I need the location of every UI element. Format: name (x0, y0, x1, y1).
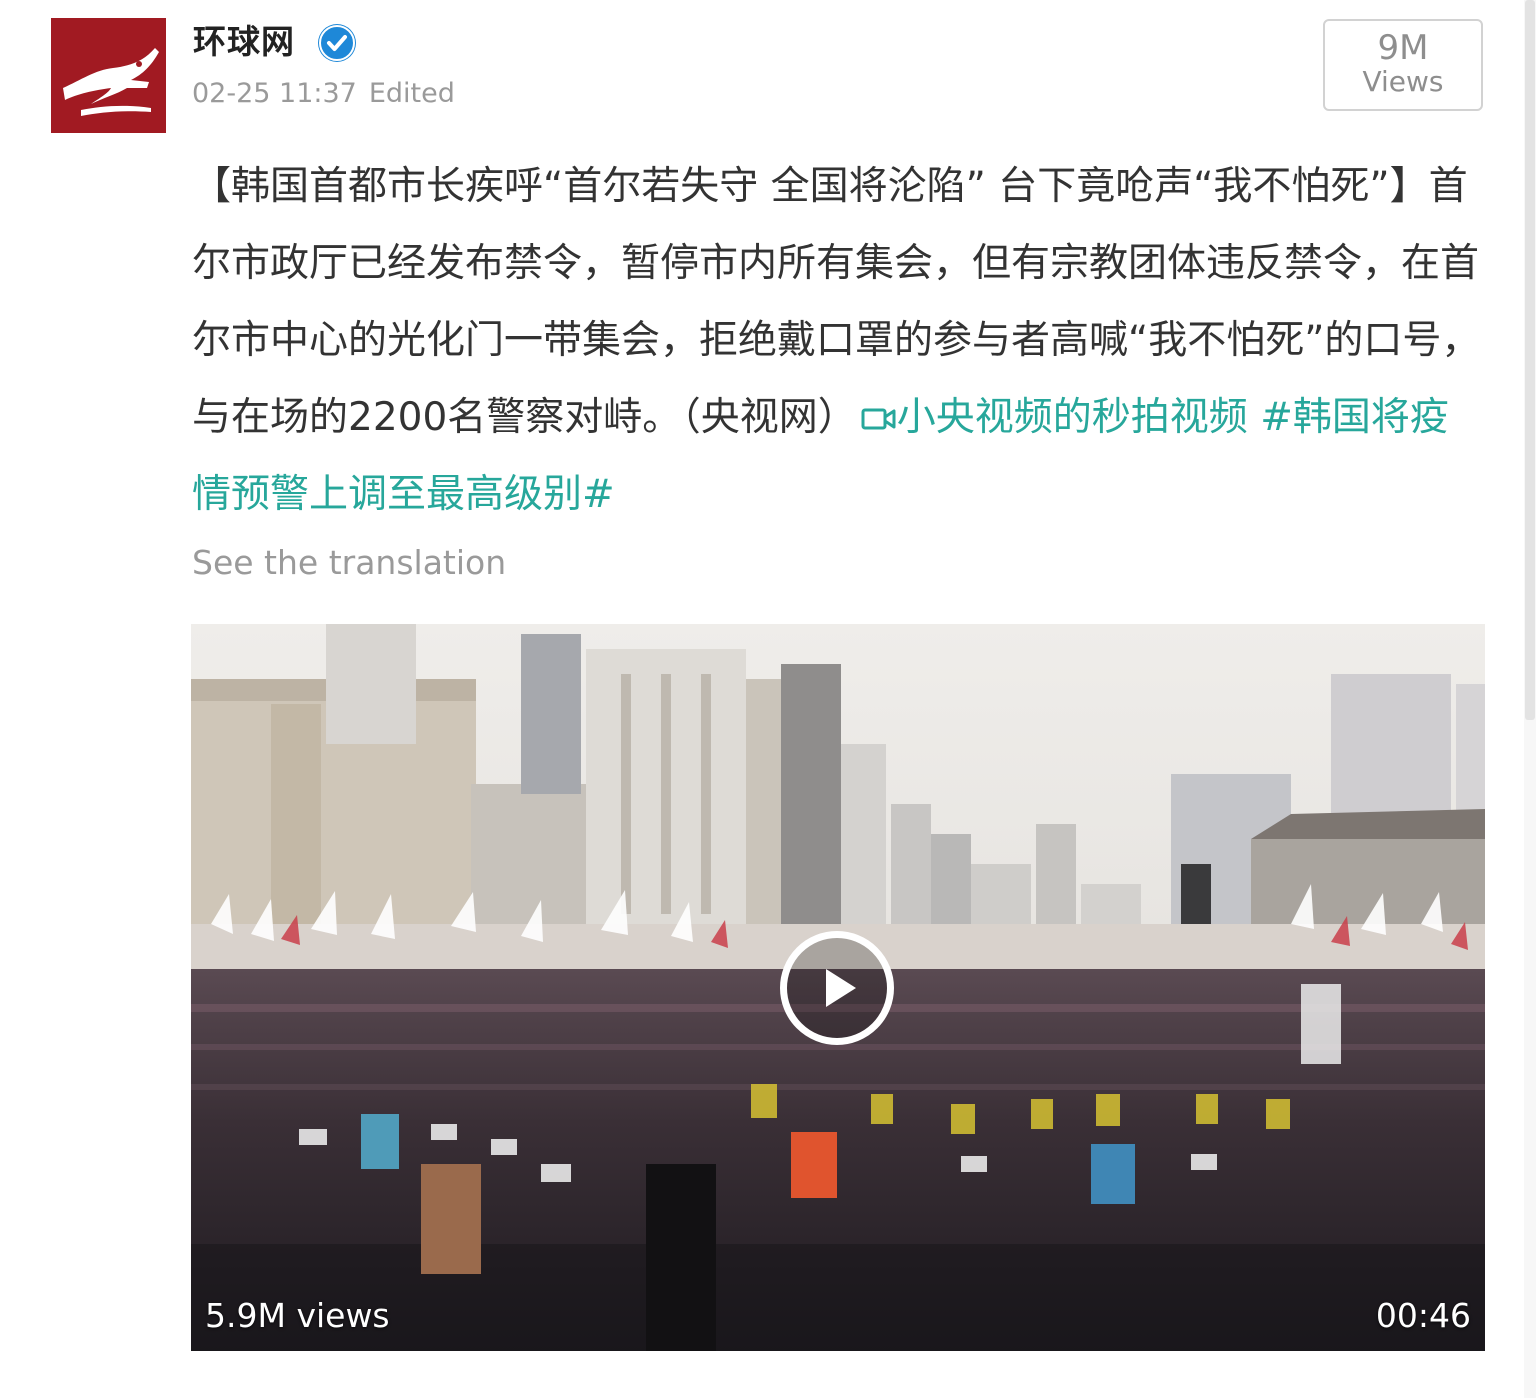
video-camera-icon (861, 382, 897, 430)
avatar[interactable] (51, 18, 166, 133)
avatar-logo-icon (51, 18, 166, 133)
scrollbar-track[interactable] (1524, 0, 1536, 1398)
post-body: 【韩国首都市长疾呼“首尔若失守 全国将沦陷” 台下竟呛声“我不怕死”】首尔市政厅… (192, 148, 1482, 533)
views-count-box[interactable]: 9M Views (1323, 19, 1483, 111)
views-count: 9M (1377, 28, 1429, 68)
play-icon (826, 969, 856, 1007)
video-duration: 00:46 (1375, 1296, 1471, 1335)
verified-badge-icon (318, 24, 356, 62)
video-source-label: 小央视频的秒拍视频 (896, 395, 1248, 440)
video-views: 5.9M views (205, 1296, 390, 1335)
see-translation-link[interactable]: See the translation (192, 541, 506, 585)
author-name[interactable]: 环球网 (193, 20, 295, 64)
post-meta: 02-25 11:37 Edited (192, 76, 455, 112)
scrollbar-thumb[interactable] (1525, 0, 1535, 720)
play-button[interactable] (780, 931, 894, 1045)
edited-label[interactable]: Edited (369, 78, 455, 109)
post-timestamp: 02-25 11:37 (192, 78, 357, 109)
views-label: Views (1362, 65, 1444, 98)
video-source-link[interactable]: 小央视频的秒拍视频 (857, 395, 1248, 440)
video-player[interactable]: 5.9M views 00:46 (191, 624, 1485, 1351)
